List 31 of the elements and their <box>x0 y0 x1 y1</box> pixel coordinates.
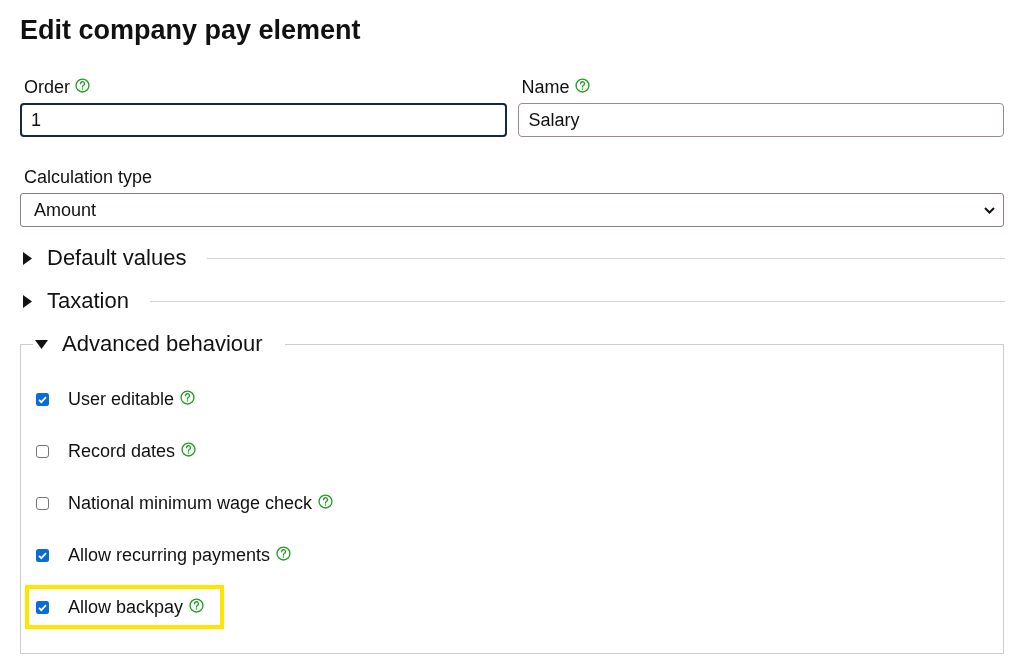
dropdown-select[interactable]: Amount <box>20 193 1004 227</box>
help-icon[interactable] <box>574 77 590 93</box>
checkbox[interactable] <box>36 392 49 406</box>
section-toggle[interactable]: Taxation <box>23 286 129 316</box>
page-title: Edit company pay element <box>20 14 362 47</box>
triangle-right-icon <box>23 294 32 308</box>
option-label: Allow backpay <box>68 596 184 618</box>
checkbox[interactable] <box>36 444 49 458</box>
checkbox[interactable] <box>36 600 49 614</box>
section-toggle[interactable]: Default values <box>23 243 187 273</box>
text-input[interactable]: Salary <box>517 103 1004 137</box>
section-toggle[interactable]: Advanced behaviour <box>35 329 263 359</box>
field-label: Name <box>521 76 570 98</box>
help-icon[interactable] <box>75 77 90 93</box>
checkbox[interactable] <box>36 496 49 510</box>
option-label: Record dates <box>68 440 176 462</box>
help-icon[interactable] <box>276 545 292 561</box>
help-icon[interactable] <box>181 441 197 457</box>
text-input[interactable]: 1 <box>20 103 507 137</box>
triangle-right-icon <box>23 251 32 265</box>
field-label: Calculation type <box>24 166 153 188</box>
option-label: User editable <box>68 388 175 410</box>
help-icon[interactable] <box>189 597 205 613</box>
triangle-down-icon <box>35 339 48 349</box>
help-icon[interactable] <box>180 389 196 405</box>
help-icon[interactable] <box>318 493 334 509</box>
option-label: National minimum wage check <box>68 492 313 514</box>
option-label: Allow recurring payments <box>68 544 271 566</box>
field-label: Order <box>24 76 70 98</box>
checkbox[interactable] <box>36 548 49 562</box>
chevron-down-icon <box>984 206 995 214</box>
